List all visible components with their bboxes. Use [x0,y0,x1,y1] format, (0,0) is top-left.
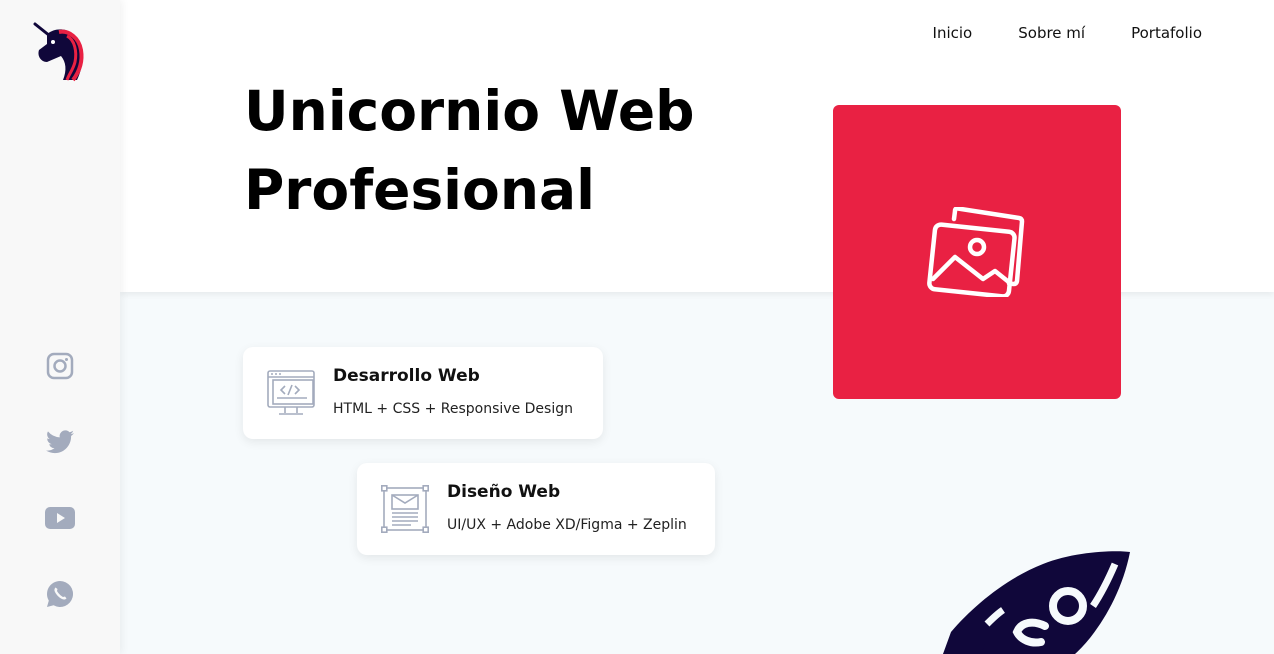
title-line-1: Unicornio Web [244,79,695,143]
image-icon [927,207,1025,297]
service-title: Diseño Web [447,482,561,502]
whatsapp-icon[interactable] [44,578,76,610]
instagram-icon[interactable] [44,350,76,382]
hero-image-placeholder [833,105,1121,399]
web-code-icon [267,369,315,417]
wireframe-icon [381,485,430,534]
service-description: UI/UX + Adobe XD/Figma + Zeplin [447,517,687,533]
service-description: HTML + CSS + Responsive Design [333,401,573,417]
unicorn-logo[interactable] [33,22,87,82]
nav-link-sobre-mi[interactable]: Sobre mí [1018,24,1085,42]
title-line-2: Profesional [244,158,595,222]
nav-link-portafolio[interactable]: Portafolio [1131,24,1202,42]
nav-link-inicio[interactable]: Inicio [933,24,973,42]
sidebar [0,0,120,654]
service-card-desarrollo-web[interactable]: Desarrollo Web HTML + CSS + Responsive D… [243,347,603,439]
rocket-illustration [925,548,1140,654]
youtube-icon[interactable] [44,502,76,534]
main-nav: Inicio Sobre mí Portafolio [933,24,1202,42]
twitter-icon[interactable] [44,426,76,458]
service-title: Desarrollo Web [333,366,480,386]
page-title: Unicornio Web Profesional [244,72,724,230]
service-card-diseno-web[interactable]: Diseño Web UI/UX + Adobe XD/Figma + Zepl… [357,463,715,555]
